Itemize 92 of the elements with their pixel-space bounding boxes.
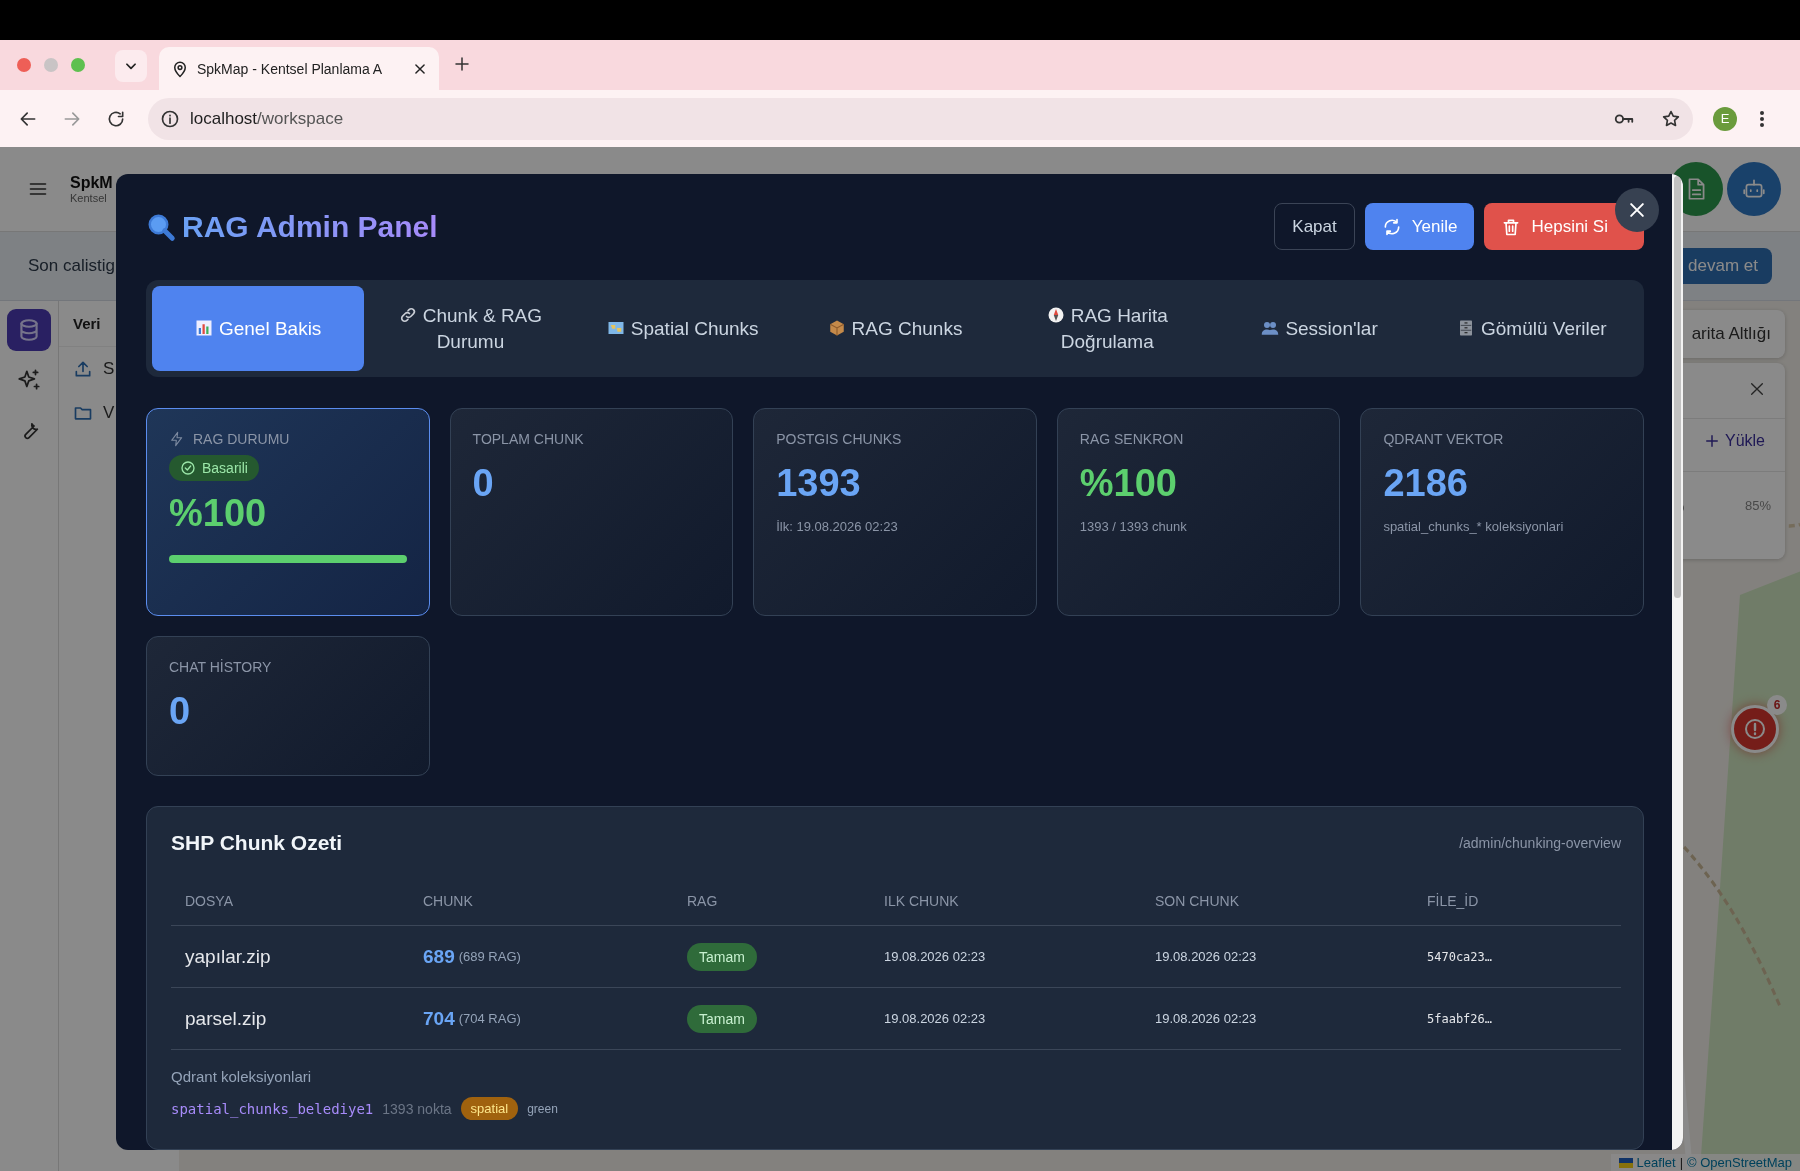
file-name: parsel.zip — [185, 1007, 267, 1030]
close-icon — [1749, 381, 1765, 397]
bar-chart-icon — [194, 318, 213, 337]
opacity-value: 85% — [1744, 498, 1771, 513]
package-icon — [827, 318, 846, 337]
chunk-count: 704 — [423, 1007, 455, 1030]
alert-icon — [1743, 717, 1767, 741]
stat-label: RAG SENKRON — [1079, 431, 1184, 447]
plus-icon — [453, 55, 471, 73]
file-name: yapılar.zip — [185, 945, 271, 968]
database-button[interactable] — [7, 309, 51, 351]
stat-caption: spatial_chunks_* koleksiyonlari — [1383, 519, 1565, 534]
stat-value: 0 — [472, 461, 495, 505]
osm-link[interactable]: © OpenStreetMap — [1687, 1155, 1792, 1170]
file-id: 5470ca23… — [1427, 949, 1493, 964]
rag-count: (689 RAG) — [458, 949, 521, 964]
date-text: 19.08.2026 02:23 — [884, 949, 986, 964]
stat-value: 0 — [169, 689, 192, 733]
column-header: CHUNK — [409, 873, 673, 926]
scrollbar-thumb[interactable] — [1674, 176, 1681, 598]
tab-title: SpkMap - Kentsel Planlama A — [197, 60, 384, 77]
date-text: 19.08.2026 02:23 — [1155, 1011, 1257, 1026]
rag-count: (704 RAG) — [458, 1011, 521, 1026]
link-icon — [398, 305, 417, 324]
stat-value: 1393 — [776, 461, 862, 505]
browser-tab[interactable]: SpkMap - Kentsel Planlama A — [159, 47, 439, 90]
tab[interactable]: Chunk & RAG Durumu — [364, 286, 577, 371]
sidebar-item[interactable]: V — [59, 391, 129, 435]
date-text: 19.08.2026 02:23 — [1155, 949, 1257, 964]
plus-icon — [1704, 434, 1719, 448]
status-pill: Tamam — [687, 1004, 757, 1033]
stat-caption: 1393 / 1393 chunk — [1079, 519, 1188, 534]
stat-label: QDRANT VEKTOR — [1383, 431, 1504, 447]
collection-name: spatial_chunks_belediye1 — [171, 1100, 374, 1117]
scrollbar[interactable] — [1672, 174, 1683, 1150]
status-pill: Tamam — [687, 942, 757, 971]
close-icon[interactable] — [413, 61, 427, 76]
date-text: 19.08.2026 02:23 — [884, 1011, 986, 1026]
stat-label: RAG DURUMU — [193, 431, 290, 447]
stat-value: %100 — [1079, 461, 1178, 505]
tab[interactable]: Spatial Chunks — [576, 286, 789, 371]
status-text: green — [527, 1101, 558, 1116]
tab[interactable]: RAG Chunks — [788, 286, 1002, 371]
star-icon[interactable] — [1661, 108, 1681, 129]
sparkles-icon — [16, 367, 42, 393]
tab[interactable]: Gömülü Veriler — [1425, 286, 1638, 371]
upload-button[interactable]: Yükle — [1698, 431, 1771, 451]
check-circle-icon — [180, 460, 196, 476]
type-tag: spatial — [460, 1097, 519, 1120]
flag-icon — [1618, 1157, 1633, 1168]
stat-label: CHAT HİSTORY — [169, 659, 272, 675]
tab[interactable]: Session'lar — [1213, 286, 1426, 371]
delete-all-button[interactable]: Hepsini Si — [1484, 203, 1644, 250]
stat-label: POSTGIS CHUNKS — [776, 431, 902, 447]
column-header: ILK CHUNK — [870, 873, 1141, 926]
profile-avatar[interactable]: E — [1713, 106, 1737, 131]
badge-label: Basarili — [202, 460, 248, 476]
point-count: 1393 nokta — [382, 1100, 452, 1117]
url-text: localhost/workspace — [190, 108, 345, 129]
close-icon — [1627, 200, 1647, 220]
section-title: SHP Chunk Ozeti — [171, 831, 343, 855]
more-menu-icon[interactable] — [1759, 108, 1765, 129]
stat-value: %100 — [169, 491, 268, 535]
stat-label: TOPLAM CHUNK — [472, 431, 584, 447]
app-subtitle: Kentsel — [70, 192, 108, 204]
stat-value: 2186 — [1383, 461, 1469, 505]
chunk-count: 689 — [423, 945, 455, 968]
close-button[interactable]: Kapat — [1274, 203, 1355, 250]
file-id: 5faabf26… — [1427, 1011, 1493, 1026]
tab[interactable]: RAG Harita Doğrulama — [1001, 286, 1214, 371]
address-bar[interactable]: localhost/workspace — [148, 97, 1693, 140]
column-header: FİLE_İD — [1413, 873, 1621, 926]
compass-icon — [1046, 305, 1065, 324]
refresh-button[interactable]: Yenile — [1364, 203, 1475, 250]
app-name: SpkM — [70, 174, 113, 192]
sidebar-item[interactable]: S — [59, 347, 129, 391]
separator-text: | — [1679, 1155, 1684, 1170]
column-header: DOSYA — [171, 873, 409, 926]
file-cabinet-icon — [1457, 318, 1475, 337]
leaflet-link[interactable]: Leaflet — [1636, 1155, 1676, 1170]
column-header: SON CHUNK — [1141, 873, 1413, 926]
endpoint-path: /admin/chunking-overview — [1459, 835, 1621, 851]
upload-icon — [73, 359, 93, 379]
tab[interactable]: Genel Bakis — [152, 286, 365, 371]
stat-caption: İlk: 19.08.2026 02:23 — [776, 519, 899, 534]
close-window-icon[interactable] — [17, 58, 31, 72]
column-header: RAG — [673, 873, 870, 926]
subsection-title: Qdrant koleksiyonlari — [171, 1068, 313, 1085]
banner-text: Son calistig — [28, 256, 115, 276]
lightning-icon — [169, 431, 185, 447]
location-pin-icon — [171, 59, 189, 78]
info-icon — [160, 108, 180, 129]
